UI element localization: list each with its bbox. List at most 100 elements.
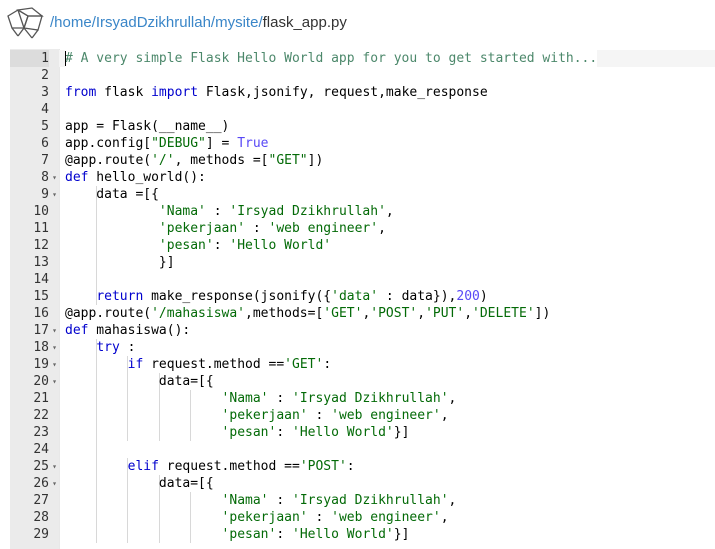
line-number[interactable]: 26	[10, 475, 49, 492]
code-text[interactable]: 'Nama' : 'Irsyad Dzikhrullah',	[65, 203, 394, 220]
line-number[interactable]: 29	[10, 526, 49, 543]
line-number[interactable]: 3	[10, 84, 49, 101]
code-line[interactable]: 19 ▾ if request.method =='GET':	[10, 356, 715, 373]
code-line[interactable]: 13 }]	[10, 254, 715, 271]
line-number[interactable]: 14	[10, 271, 49, 288]
line-number[interactable]: 7	[10, 152, 49, 169]
fold-toggle-icon[interactable]: ▾	[50, 339, 59, 356]
code-text[interactable]: 'Nama' : 'Irsyad Dzikhrullah',	[65, 492, 457, 509]
breadcrumb-home[interactable]: home	[54, 14, 92, 31]
code-line[interactable]: 2	[10, 67, 715, 84]
line-number[interactable]: 21	[10, 390, 49, 407]
line-number[interactable]: 4	[10, 101, 49, 118]
code-text[interactable]: if request.method =='GET':	[65, 356, 332, 373]
code-line[interactable]: 23 'pesan': 'Hello World'}]	[10, 424, 715, 441]
line-number[interactable]: 24	[10, 441, 49, 458]
code-line[interactable]: 17 ▾ def mahasiswa():	[10, 322, 715, 339]
breadcrumb-mysite[interactable]: mysite	[215, 14, 258, 31]
line-number[interactable]: 6	[10, 135, 49, 152]
code-text[interactable]: }]	[65, 254, 175, 271]
fold-toggle-icon[interactable]: ▾	[50, 356, 59, 373]
code-token: '/'	[151, 153, 175, 168]
code-line[interactable]: 27 'Nama' : 'Irsyad Dzikhrullah',	[10, 492, 715, 509]
line-number[interactable]: 16	[10, 305, 49, 322]
code-line[interactable]: 16 @app.route('/mahasiswa',methods=['GET'…	[10, 305, 715, 322]
code-line[interactable]: 8 ▾ def hello_world():	[10, 169, 715, 186]
code-text[interactable]: @app.route('/mahasiswa',methods=['GET','…	[65, 305, 550, 322]
code-text[interactable]: return make_response(jsonify({'data' : d…	[65, 288, 487, 305]
code-line[interactable]: 3 from flask import Flask,jsonify, reques…	[10, 84, 715, 101]
code-token: :	[307, 510, 332, 525]
line-number[interactable]: 2	[10, 67, 49, 84]
code-line[interactable]: 15 return make_response(jsonify({'data' …	[10, 288, 715, 305]
code-text[interactable]: try :	[65, 339, 135, 356]
code-text[interactable]: app.config["DEBUG"] = True	[65, 135, 269, 152]
code-line[interactable]: 7 @app.route('/', methods =["GET"])	[10, 152, 715, 169]
code-text[interactable]: data=[{	[65, 373, 214, 390]
line-number[interactable]: 23	[10, 424, 49, 441]
code-line[interactable]: 25 ▾ elif request.method =='POST':	[10, 458, 715, 475]
breadcrumb-user[interactable]: IrsyadDzikhrullah	[96, 14, 211, 31]
fold-toggle-icon[interactable]: ▾	[50, 186, 59, 203]
line-number[interactable]: 12	[10, 237, 49, 254]
code-text[interactable]: app = Flask(__name__)	[65, 118, 229, 135]
line-number[interactable]: 25	[10, 458, 49, 475]
code-line[interactable]: 21 'Nama' : 'Irsyad Dzikhrullah',	[10, 390, 715, 407]
code-text[interactable]: 'Nama' : 'Irsyad Dzikhrullah',	[65, 390, 457, 407]
line-number[interactable]: 5	[10, 118, 49, 135]
line-number[interactable]: 27	[10, 492, 49, 509]
code-text[interactable]: 'pesan': 'Hello World'}]	[65, 424, 410, 441]
line-number[interactable]: 13	[10, 254, 49, 271]
code-line[interactable]: 12 'pesan': 'Hello World'	[10, 237, 715, 254]
code-line[interactable]: 20 ▾ data=[{	[10, 373, 715, 390]
code-text[interactable]: 'pesan': 'Hello World'	[65, 237, 331, 254]
code-line[interactable]: 5 app = Flask(__name__)	[10, 118, 715, 135]
code-line[interactable]: 9 ▾ data =[{	[10, 186, 715, 203]
code-line[interactable]: 1 # A very simple Flask Hello World app f…	[10, 50, 715, 67]
line-number[interactable]: 18	[10, 339, 49, 356]
code-text[interactable]: 'pesan': 'Hello World'}]	[65, 526, 410, 543]
code-text[interactable]: data=[{	[65, 475, 214, 492]
code-line[interactable]: 22 'pekerjaan' : 'web engineer',	[10, 407, 715, 424]
line-number[interactable]: 22	[10, 407, 49, 424]
code-editor[interactable]: 1 # A very simple Flask Hello World app f…	[10, 49, 715, 549]
code-line[interactable]: 11 'pekerjaan' : 'web engineer',	[10, 220, 715, 237]
code-text[interactable]: @app.route('/', methods =["GET"])	[65, 152, 323, 169]
code-text[interactable]: 'pekerjaan' : 'web engineer',	[65, 407, 449, 424]
line-number[interactable]: 9	[10, 186, 49, 203]
line-number[interactable]: 20	[10, 373, 49, 390]
code-text[interactable]: 'pekerjaan' : 'web engineer',	[65, 220, 386, 237]
code-token: Flask,jsonify, request,make_response	[198, 85, 488, 100]
fold-toggle-icon[interactable]: ▾	[50, 458, 59, 475]
code-text[interactable]: 'pekerjaan' : 'web engineer',	[65, 509, 449, 526]
code-text[interactable]: from flask import Flask,jsonify, request…	[65, 84, 488, 101]
line-number[interactable]: 11	[10, 220, 49, 237]
code-line[interactable]: 6 app.config["DEBUG"] = True	[10, 135, 715, 152]
pythonanywhere-logo-icon[interactable]	[4, 6, 46, 40]
fold-toggle-icon[interactable]: ▾	[50, 322, 59, 339]
code-line[interactable]: 18 ▾ try :	[10, 339, 715, 356]
line-number[interactable]: 10	[10, 203, 49, 220]
line-number[interactable]: 15	[10, 288, 49, 305]
code-line[interactable]: 4	[10, 101, 715, 118]
code-text[interactable]: # A very simple Flask Hello World app fo…	[65, 50, 598, 67]
line-number[interactable]: 19	[10, 356, 49, 373]
line-number[interactable]: 1	[10, 50, 49, 67]
fold-toggle-icon[interactable]: ▾	[50, 373, 59, 390]
code-line[interactable]: 28 'pekerjaan' : 'web engineer',	[10, 509, 715, 526]
fold-toggle-icon[interactable]: ▾	[50, 169, 59, 186]
code-text[interactable]: def hello_world():	[65, 169, 206, 186]
fold-toggle-icon[interactable]: ▾	[50, 475, 59, 492]
code-token: 'pesan'	[158, 238, 214, 253]
code-line[interactable]: 10 'Nama' : 'Irsyad Dzikhrullah',	[10, 203, 715, 220]
code-line[interactable]: 14	[10, 271, 715, 288]
code-line[interactable]: 29 'pesan': 'Hello World'}]	[10, 526, 715, 543]
code-text[interactable]: def mahasiswa():	[65, 322, 190, 339]
line-number[interactable]: 8	[10, 169, 49, 186]
code-line[interactable]: 24	[10, 441, 715, 458]
code-text[interactable]: data =[{	[65, 186, 159, 203]
code-text[interactable]: elif request.method =='POST':	[65, 458, 355, 475]
line-number[interactable]: 28	[10, 509, 49, 526]
code-line[interactable]: 26 ▾ data=[{	[10, 475, 715, 492]
line-number[interactable]: 17	[10, 322, 49, 339]
